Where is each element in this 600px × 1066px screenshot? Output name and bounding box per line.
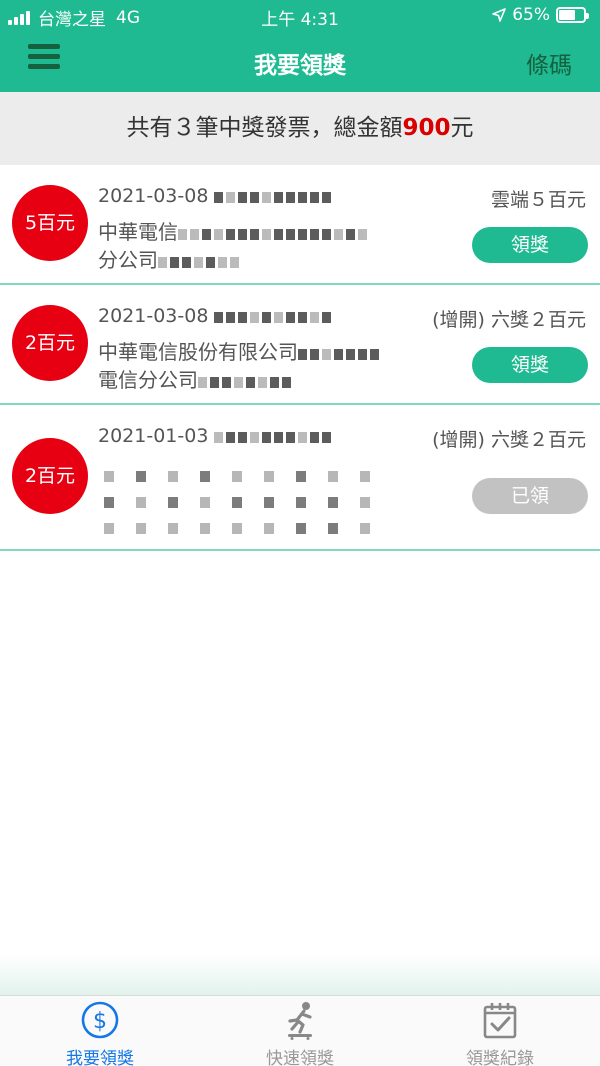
- redacted-shop-text: [178, 220, 370, 247]
- tab-label: 我要領獎: [66, 1049, 134, 1066]
- invoice-date-line: 2021-03-08: [98, 305, 334, 328]
- svg-text:$: $: [93, 1009, 107, 1034]
- redacted-invoice-number: [214, 306, 334, 328]
- battery-icon: [556, 7, 589, 23]
- summary-amount: 900: [402, 115, 451, 141]
- invoice-date: 2021-03-08: [98, 305, 209, 327]
- redacted-shop-text: [104, 467, 392, 486]
- prize-badge: 2百元: [12, 305, 88, 381]
- invoice-item[interactable]: 2百元 2021-03-08 中華電信股份有限公司 電信分公司 (增開) 六獎２…: [0, 285, 600, 405]
- calendar-check-icon: [483, 1003, 517, 1039]
- tab-label: 快速領獎: [266, 1049, 334, 1066]
- skateboard-runner-icon: [288, 1002, 312, 1040]
- shop-line-1: 中華電信: [98, 220, 178, 244]
- prize-badge: 5百元: [12, 185, 88, 261]
- summary-prefix: 共有３筆中獎發票，總金額: [126, 115, 403, 141]
- dollar-circle-icon: $: [81, 1001, 119, 1039]
- claimed-button[interactable]: 已領: [472, 478, 588, 514]
- summary-suffix: 元: [450, 115, 474, 141]
- invoice-date: 2021-03-08: [98, 185, 209, 207]
- prize-label: (增開) 六獎２百元: [432, 429, 586, 451]
- invoice-item[interactable]: 2百元 2021-01-03 (增開) 六獎２百元 已領: [0, 405, 600, 551]
- redacted-shop-text: [158, 248, 242, 275]
- prize-label: (增開) 六獎２百元: [432, 309, 586, 331]
- redacted-shop-text: [104, 493, 392, 512]
- invoice-date: 2021-01-03: [98, 425, 209, 447]
- bottom-fade: [0, 955, 600, 995]
- status-right: 65%: [492, 5, 589, 25]
- prize-badge: 2百元: [12, 438, 88, 514]
- redacted-invoice-number: [214, 426, 334, 448]
- invoice-list: 5百元 2021-03-08 中華電信 分公司 雲端５百元 領獎 2百元 202…: [0, 165, 600, 551]
- invoice-item[interactable]: 5百元 2021-03-08 中華電信 分公司 雲端５百元 領獎: [0, 165, 600, 285]
- battery-percent: 65%: [512, 5, 550, 25]
- redacted-shop-text: [104, 519, 392, 538]
- nav-bar: 我要領獎 條碼: [0, 32, 600, 92]
- top-header: 台灣之星 4G 上午 4:31 65% 我要領獎 條碼: [0, 0, 600, 92]
- invoice-date-line: 2021-01-03: [98, 425, 334, 448]
- redacted-invoice-number: [214, 186, 334, 208]
- tab-label: 領獎紀錄: [466, 1049, 534, 1066]
- claim-button[interactable]: 領獎: [472, 227, 588, 263]
- shop-line-1: 中華電信股份有限公司: [98, 340, 298, 364]
- prize-label: 雲端５百元: [490, 189, 586, 211]
- status-bar: 台灣之星 4G 上午 4:31 65%: [0, 0, 600, 32]
- location-arrow-icon: [492, 8, 507, 22]
- battery-fill: [559, 10, 575, 20]
- shop-name: 中華電信 分公司: [98, 219, 370, 275]
- shop-name: 中華電信股份有限公司 電信分公司: [98, 339, 382, 395]
- redacted-shop-text: [198, 368, 294, 395]
- shop-line-2: 電信分公司: [98, 368, 198, 392]
- shop-line-2: 分公司: [98, 248, 158, 272]
- summary-banner: 共有３筆中獎發票，總金額900元: [0, 92, 600, 165]
- tab-quick-claim[interactable]: 快速領獎: [200, 1000, 400, 1066]
- page-title: 我要領獎: [254, 53, 346, 79]
- bottom-tab-bar: $ 我要領獎 快速領獎 領獎紀錄: [0, 995, 600, 1066]
- claim-button[interactable]: 領獎: [472, 347, 588, 383]
- tab-claim-history[interactable]: 領獎紀錄: [400, 1000, 600, 1066]
- barcode-button[interactable]: 條碼: [526, 46, 572, 80]
- tab-claim-prize[interactable]: $ 我要領獎: [0, 1000, 200, 1066]
- redacted-shop-text: [298, 340, 382, 367]
- invoice-date-line: 2021-03-08: [98, 185, 334, 208]
